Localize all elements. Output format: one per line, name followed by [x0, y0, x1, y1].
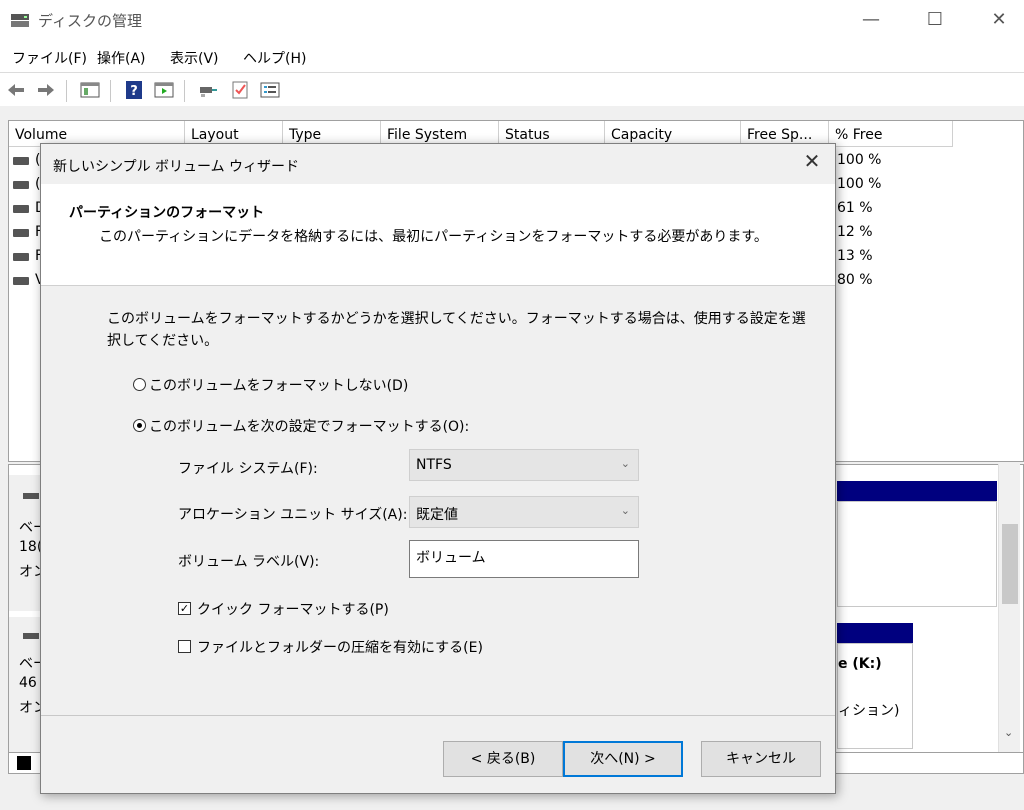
disk-size: 18(: [19, 539, 43, 555]
file-system-value: NTFS: [416, 457, 452, 473]
volume-icon: [13, 253, 29, 261]
percent-free-value: 80 %: [837, 272, 873, 288]
volume-label-value: ボリューム: [416, 550, 486, 566]
partition-header-bar: [837, 481, 997, 501]
volume-icon: [13, 181, 29, 189]
format-description: このボリュームをフォーマットするかどうかを選択してください。フォーマットする場合…: [107, 311, 806, 349]
toolbar-divider: [110, 80, 111, 102]
maximize-button[interactable]: ☐: [920, 8, 950, 32]
format-label[interactable]: このボリュームを次の設定でフォーマットする(O):: [149, 416, 469, 436]
dialog-close-button[interactable]: ✕: [801, 150, 823, 172]
next-button[interactable]: 次へ(N) >: [563, 741, 683, 777]
action-pane-icon[interactable]: [154, 80, 174, 100]
menu-file[interactable]: ファイル(F): [12, 48, 87, 68]
window-title: ディスクの管理: [38, 12, 142, 30]
no-format-radio[interactable]: [133, 378, 146, 391]
console-tree-icon[interactable]: [80, 80, 100, 100]
page-title: パーティションのフォーマット: [69, 205, 265, 221]
menu-view[interactable]: 表示(V): [170, 48, 219, 68]
volume-label-label: ボリューム ラベル(V):: [178, 554, 320, 570]
volume-icon: [13, 277, 29, 285]
cancel-button[interactable]: キャンセル: [701, 741, 821, 777]
volume-icon: [13, 229, 29, 237]
toolbar-divider: [66, 80, 67, 102]
volume-icon: [13, 157, 29, 165]
format-radio[interactable]: [133, 419, 146, 432]
svg-text:?: ?: [130, 84, 138, 99]
menu-bar: ファイル(F) 操作(A) 表示(V) ヘルプ(H): [0, 44, 1024, 70]
partition-type: ィション): [838, 703, 900, 719]
new-simple-volume-wizard: 新しいシンプル ボリューム ウィザード ✕ パーティションのフォーマット このパ…: [40, 143, 836, 794]
volume-label-input[interactable]: ボリューム: [409, 540, 639, 578]
menu-divider: [0, 72, 1024, 73]
partition-block[interactable]: e (K:) ィション): [837, 643, 913, 749]
chevron-down-icon: ⌄: [620, 457, 630, 470]
dialog-title: 新しいシンプル ボリューム ウィザード: [53, 159, 300, 175]
menu-help[interactable]: ヘルプ(H): [243, 48, 306, 68]
disk-icon: [23, 633, 39, 639]
toolbar: ?: [0, 74, 1024, 106]
minimize-button[interactable]: —: [856, 8, 886, 32]
scroll-down-icon[interactable]: ⌄: [1004, 726, 1013, 739]
back-button[interactable]: < 戻る(B): [443, 741, 563, 777]
connect-icon[interactable]: [198, 80, 218, 100]
forward-arrow-icon[interactable]: [36, 80, 56, 100]
legend-unallocated-swatch: [17, 756, 31, 770]
disk-icon: [23, 493, 39, 499]
percent-free-value: 100 %: [837, 152, 882, 168]
disk-management-icon: [11, 14, 29, 27]
dialog-divider: [41, 715, 835, 716]
allocation-unit-value: 既定値: [416, 507, 458, 523]
list-icon[interactable]: [260, 80, 280, 100]
file-system-select[interactable]: NTFS ⌄: [409, 449, 639, 481]
partition-block[interactable]: [837, 501, 997, 607]
partition-label: e (K:): [838, 656, 882, 672]
scrollbar-thumb[interactable]: [1002, 524, 1018, 604]
toolbar-divider: [184, 80, 185, 102]
file-system-label: ファイル システム(F):: [178, 461, 318, 477]
disk-size: 46: [19, 675, 37, 691]
percent-free-value: 13 %: [837, 248, 873, 264]
chevron-down-icon: ⌄: [620, 504, 630, 517]
menu-action[interactable]: 操作(A): [97, 48, 146, 68]
title-bar: ディスクの管理 — ☐ ✕: [0, 0, 1024, 40]
quick-format-checkbox[interactable]: ✓: [178, 602, 191, 615]
volume-icon: [13, 205, 29, 213]
column-header-percent-free[interactable]: % Free: [829, 121, 953, 147]
compression-checkbox[interactable]: [178, 640, 191, 653]
close-button[interactable]: ✕: [984, 8, 1014, 32]
page-subtitle: このパーティションにデータを格納するには、最初にパーティションをフォーマットする…: [99, 229, 768, 245]
percent-free-value: 100 %: [837, 176, 882, 192]
no-format-label[interactable]: このボリュームをフォーマットしない(D): [149, 375, 408, 395]
partition-header-bar: [837, 623, 913, 643]
help-icon[interactable]: ?: [124, 80, 144, 100]
quick-format-label[interactable]: クイック フォーマットする(P): [197, 599, 389, 619]
percent-free-value: 61 %: [837, 200, 873, 216]
back-arrow-icon[interactable]: [6, 80, 26, 100]
compression-label[interactable]: ファイルとフォルダーの圧縮を有効にする(E): [197, 637, 483, 657]
properties-icon[interactable]: [230, 80, 250, 100]
dialog-header: パーティションのフォーマット このパーティションにデータを格納するには、最初にパ…: [41, 184, 835, 286]
allocation-unit-label: アロケーション ユニット サイズ(A):: [178, 507, 408, 523]
percent-free-value: 12 %: [837, 224, 873, 240]
disk-map-scrollbar[interactable]: ⌄: [998, 464, 1020, 754]
allocation-unit-select[interactable]: 既定値 ⌄: [409, 496, 639, 528]
